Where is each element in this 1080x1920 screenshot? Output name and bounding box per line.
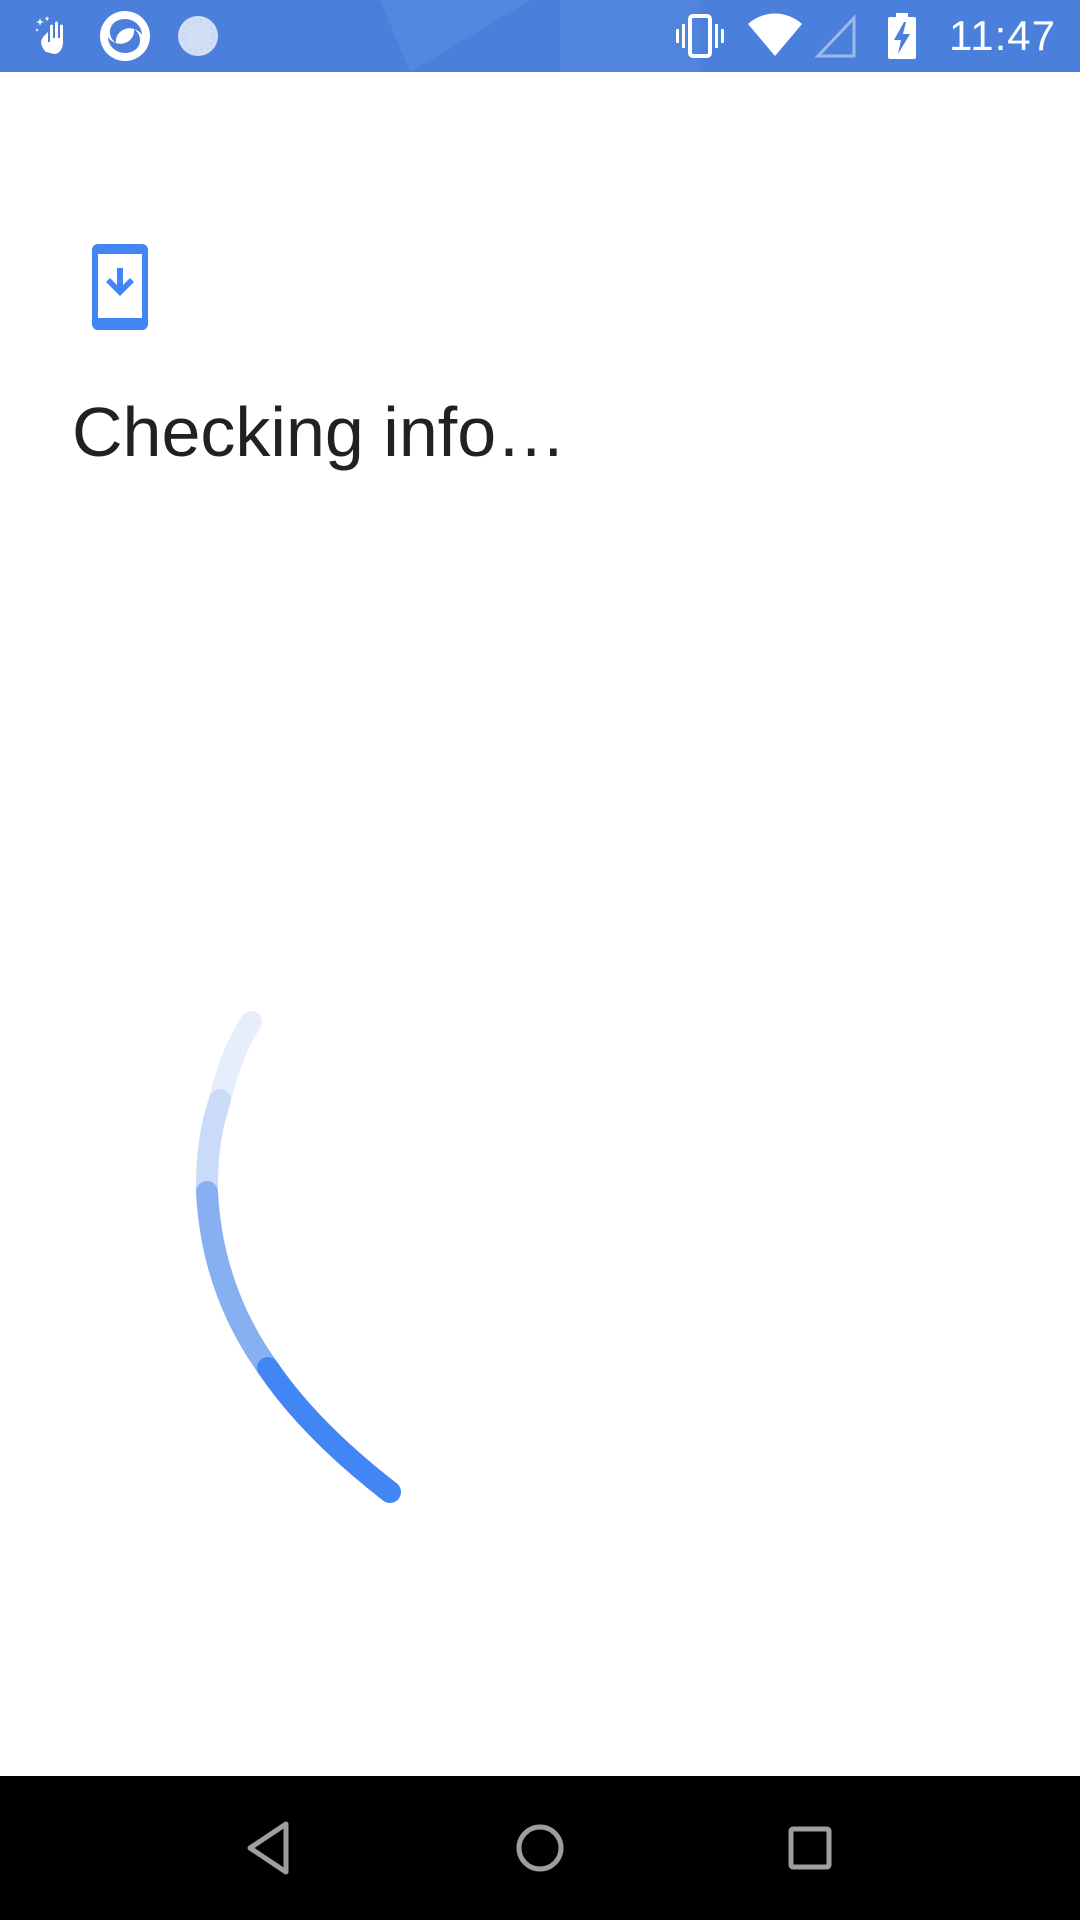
status-time: 11:47 <box>949 12 1056 59</box>
page-title: Checking info… <box>72 393 567 471</box>
status-bar: 11:47 <box>0 0 1080 72</box>
vibrate-icon <box>676 14 724 58</box>
hand-sparkle-icon <box>35 16 63 54</box>
app-logo-icon <box>100 11 150 61</box>
phone-download-icon <box>92 244 148 330</box>
cellular-signal-icon <box>814 14 856 58</box>
back-icon[interactable] <box>234 1812 306 1884</box>
battery-charging-icon <box>888 13 916 59</box>
sync-spinner-icon <box>178 16 218 56</box>
recents-icon[interactable] <box>774 1812 846 1884</box>
navigation-bar <box>0 1776 1080 1920</box>
home-icon[interactable] <box>504 1812 576 1884</box>
screen: 11:47 Checking info… <box>0 0 1080 1920</box>
wifi-icon <box>748 13 802 56</box>
loading-spinner <box>195 1011 401 1503</box>
